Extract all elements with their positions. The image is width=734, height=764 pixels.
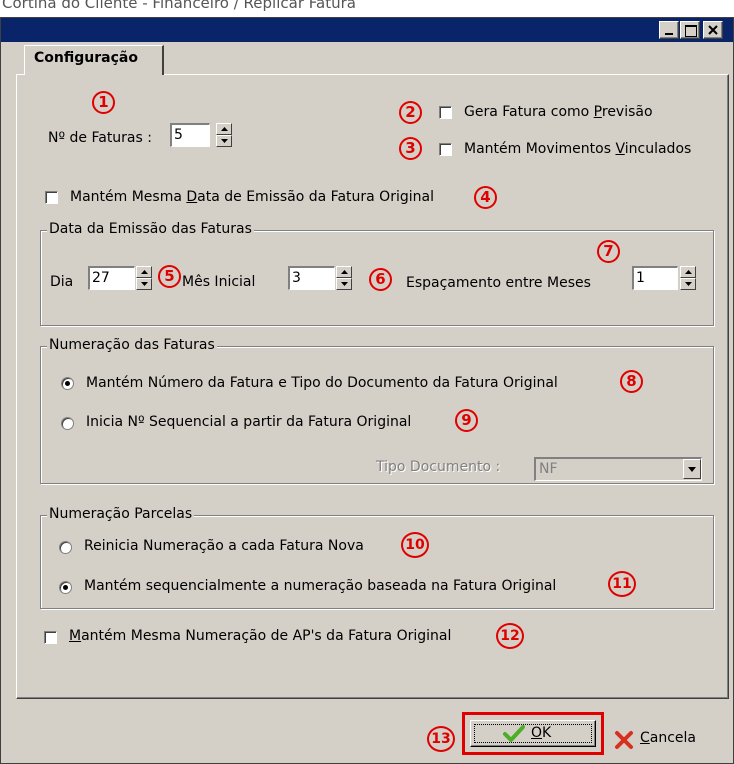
invoice-numbering-legend: Numeração das Faturas [47, 337, 217, 353]
annotation-badge-10: 10 [401, 532, 429, 558]
same-date-checkbox[interactable] [45, 191, 58, 204]
day-spinner[interactable]: 27 [88, 266, 160, 290]
keep-sequence-label: Mantém sequencialmente a numeração basea… [84, 578, 557, 594]
annotation-badge-8: 8 [620, 370, 643, 393]
spacing-label: Espaçamento entre Meses [406, 275, 591, 291]
annotation-badge-5: 5 [158, 265, 181, 288]
annotation-badge-2: 2 [399, 101, 422, 124]
tab-configuracao[interactable]: Configuração [24, 45, 164, 75]
spin-up-icon[interactable] [136, 266, 152, 278]
installment-numbering-legend: Numeração Parcelas [47, 506, 195, 522]
emission-date-legend: Data da Emissão das Faturas [47, 221, 254, 237]
month-input[interactable]: 3 [288, 266, 335, 290]
annotation-badge-9: 9 [455, 409, 478, 432]
window-caption: Cortina do Cliente - Financeiro / Replic… [2, 0, 356, 12]
spin-down-icon[interactable] [680, 278, 696, 290]
annotation-badge-12: 12 [496, 623, 524, 649]
linked-checkbox[interactable] [439, 143, 452, 156]
sequential-radio[interactable] [61, 417, 74, 430]
spacing-input[interactable]: 1 [632, 266, 678, 290]
title-bar[interactable] [1, 18, 733, 42]
sequential-label: Inicia Nº Sequencial a partir da Fatura … [86, 414, 412, 430]
keep-number-label: Mantém Número da Fatura e Tipo do Docume… [86, 375, 558, 391]
annotation-badge-13: 13 [427, 726, 455, 752]
keep-number-radio[interactable] [61, 377, 74, 390]
restart-numbering-radio[interactable] [59, 541, 72, 554]
invoices-input[interactable]: 5 [170, 123, 210, 147]
doc-type-select: NF [534, 457, 702, 481]
month-label: Mês Inicial [182, 274, 256, 290]
ok-highlight: OK [462, 712, 604, 755]
maximize-icon[interactable] [680, 21, 700, 39]
doc-type-label: Tipo Documento : [376, 459, 501, 475]
ok-label: OK [531, 725, 552, 741]
day-label: Dia [50, 274, 74, 290]
month-spinner[interactable]: 3 [288, 266, 360, 290]
checkmark-icon [503, 725, 525, 747]
spin-up-icon[interactable] [680, 266, 696, 278]
annotation-badge-4: 4 [474, 186, 497, 209]
close-icon[interactable] [703, 21, 723, 39]
doc-type-value: NF [539, 461, 558, 477]
cancel-x-icon [614, 730, 634, 754]
installment-numbering-group: Numeração Parcelas [40, 506, 714, 609]
spin-down-icon[interactable] [216, 135, 232, 147]
invoices-label: Nº de Faturas : [48, 130, 152, 146]
ap-numbering-checkbox[interactable] [44, 631, 57, 644]
same-date-label: Mantém Mesma Data de Emissão da Fatura O… [70, 189, 434, 205]
annotation-badge-1: 1 [92, 91, 115, 114]
day-input[interactable]: 27 [88, 266, 135, 290]
spin-down-icon[interactable] [336, 278, 352, 290]
annotation-badge-3: 3 [399, 137, 422, 160]
spin-up-icon[interactable] [216, 123, 232, 135]
invoices-spinner[interactable]: 5 [170, 123, 242, 147]
annotation-badge-6: 6 [369, 268, 392, 291]
spin-up-icon[interactable] [336, 266, 352, 278]
spacing-spinner[interactable]: 1 [632, 266, 704, 290]
keep-sequence-radio[interactable] [59, 581, 72, 594]
ok-button[interactable]: OK [470, 720, 596, 747]
cancel-button[interactable]: Cancela [608, 728, 726, 754]
restart-numbering-label: Reinicia Numeração a cada Fatura Nova [84, 538, 364, 554]
annotation-badge-7: 7 [597, 240, 620, 263]
ap-numbering-label: Mantém Mesma Numeração de AP's da Fatura… [69, 628, 452, 644]
forecast-label: Gera Fatura como Previsão [464, 104, 653, 120]
annotation-badge-11: 11 [608, 571, 636, 597]
chevron-down-icon [683, 459, 701, 479]
minimize-icon[interactable] [659, 21, 679, 39]
linked-label: Mantém Movimentos Vinculados [464, 141, 692, 157]
spin-down-icon[interactable] [136, 278, 152, 290]
cancel-label: Cancela [640, 730, 697, 746]
forecast-checkbox[interactable] [439, 106, 452, 119]
